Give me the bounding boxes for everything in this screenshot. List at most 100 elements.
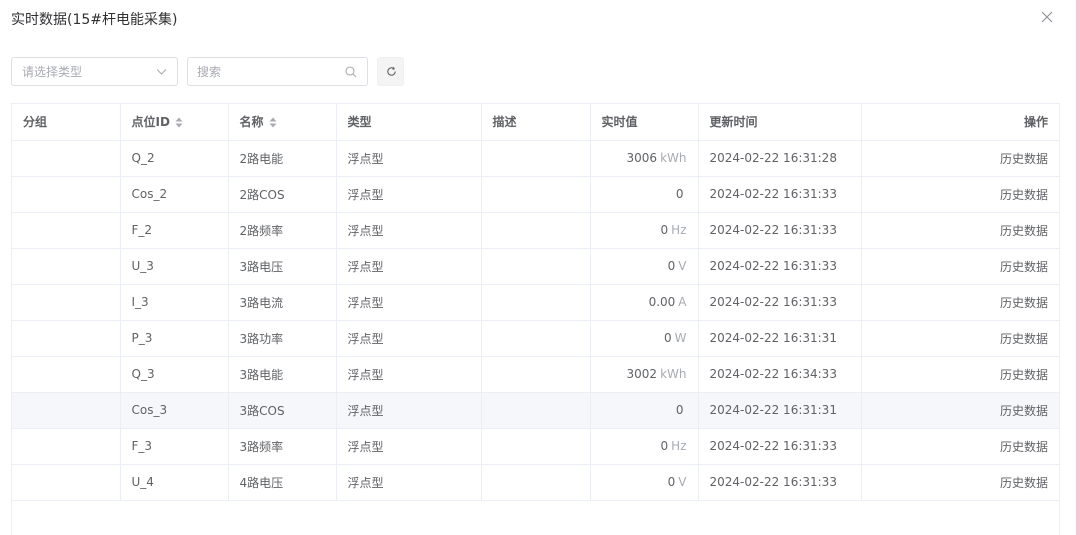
cell-point-id: Cos_3: [120, 392, 229, 429]
table-row: Q_3 3路电能 浮点型 3002 kWh 2024-02-22 16:34:33 历史数据: [12, 356, 1059, 393]
cell-action: 历史数据: [861, 464, 1059, 501]
cell-name: 3路COS: [228, 392, 337, 429]
cell-time: 2024-02-22 16:31:33: [698, 176, 862, 213]
refresh-button[interactable]: [377, 57, 404, 86]
header-point-id[interactable]: 点位ID: [120, 104, 229, 141]
history-data-link[interactable]: 历史数据: [1000, 188, 1048, 202]
cell-time: 2024-02-22 16:31:33: [698, 212, 862, 249]
cell-type: 浮点型: [336, 284, 482, 321]
cell-desc: [481, 392, 591, 429]
type-select[interactable]: 请选择类型: [11, 57, 178, 86]
cell-value: 0W: [590, 320, 699, 357]
realtime-data-dialog: 实时数据(15#杆电能采集) 请选择类型 搜索 分组 点位ID 名称 类型 描述…: [0, 0, 1080, 535]
cell-action: 历史数据: [861, 428, 1059, 465]
table-row: I_3 3路电流 浮点型 0.00 A 2024-02-22 16:31:33 历史数据: [12, 284, 1059, 321]
cell-time: 2024-02-22 16:31:31: [698, 392, 862, 429]
cell-name: 2路电能: [228, 140, 337, 177]
header-value: 实时值: [590, 104, 699, 141]
value-unit: V: [678, 475, 687, 489]
cell-action: 历史数据: [861, 140, 1059, 177]
search-icon[interactable]: [345, 66, 357, 78]
header-time: 更新时间: [698, 104, 862, 141]
history-data-link[interactable]: 历史数据: [1000, 296, 1048, 310]
cell-name: 4路电压: [228, 464, 337, 501]
cell-type: 浮点型: [336, 428, 482, 465]
cell-group: [12, 428, 121, 465]
cell-type: 浮点型: [336, 212, 482, 249]
cell-point-id: F_2: [120, 212, 229, 249]
cell-desc: [481, 248, 591, 285]
history-data-link[interactable]: 历史数据: [1000, 404, 1048, 418]
cell-point-id: Cos_2: [120, 176, 229, 213]
cell-desc: [481, 356, 591, 393]
cell-name: 2路频率: [228, 212, 337, 249]
cell-point-id: P_3: [120, 320, 229, 357]
value-number: 0: [660, 223, 669, 237]
cell-value: 0.00 A: [590, 284, 699, 321]
value-unit: Hz: [671, 223, 687, 237]
value-number: 0: [675, 403, 684, 417]
history-data-link[interactable]: 历史数据: [1000, 476, 1048, 490]
cell-value: 0 Hz: [590, 212, 699, 249]
search-input[interactable]: [188, 58, 343, 85]
value-unit: V: [678, 259, 687, 273]
value-unit: Hz: [671, 439, 687, 453]
cell-type: 浮点型: [336, 464, 482, 501]
cell-name: 3路电流: [228, 284, 337, 321]
value-number: 3006: [626, 151, 658, 165]
history-data-link[interactable]: 历史数据: [1000, 224, 1048, 238]
cell-group: [12, 140, 121, 177]
history-data-link[interactable]: 历史数据: [1000, 368, 1048, 382]
history-data-link[interactable]: 历史数据: [1000, 152, 1048, 166]
cell-time: 2024-02-22 16:31:31: [698, 320, 862, 357]
close-icon: [1041, 11, 1053, 23]
cell-desc: [481, 140, 591, 177]
type-select-placeholder: 请选择类型: [22, 65, 83, 79]
cell-point-id: Q_2: [120, 140, 229, 177]
table-row: P_3 3路功率 浮点型 0 W 2024-02-22 16:31:31 历史数据: [12, 320, 1059, 357]
cell-name: 3路功率: [228, 320, 337, 357]
cell-desc: [481, 320, 591, 357]
header-action: 操作: [861, 104, 1059, 141]
dialog-title: 实时数据(15#杆电能采集): [11, 12, 178, 28]
cell-type: 浮点型: [336, 356, 482, 393]
cell-type: 浮点型: [336, 176, 482, 213]
cell-group: [12, 248, 121, 285]
cell-desc: [481, 464, 591, 501]
history-data-link[interactable]: 历史数据: [1000, 440, 1048, 454]
chevron-down-icon: [156, 69, 167, 75]
header-name[interactable]: 名称: [228, 104, 337, 141]
cell-value: 3002 kWh: [590, 356, 699, 393]
value-unit: kWh: [660, 367, 687, 381]
cell-point-id: U_4: [120, 464, 229, 501]
table-row: F_3 3路频率 浮点型 0 Hz 2024-02-22 16:31:33 历史数据: [12, 428, 1059, 465]
cell-action: 历史数据: [861, 248, 1059, 285]
history-data-link[interactable]: 历史数据: [1000, 260, 1048, 274]
cell-value: 0V: [590, 464, 699, 501]
cell-value: 0: [590, 176, 699, 213]
history-data-link[interactable]: 历史数据: [1000, 332, 1048, 346]
cell-time: 2024-02-22 16:31:28: [698, 140, 862, 177]
header-group: 分组: [12, 104, 121, 141]
sort-icon[interactable]: [175, 117, 183, 128]
cell-desc: [481, 428, 591, 465]
sort-icon[interactable]: [269, 117, 277, 128]
search-box[interactable]: [187, 57, 368, 86]
header-desc: 描述: [481, 104, 591, 141]
value-number: 0: [663, 331, 672, 345]
table-row: U_4 4路电压 浮点型 0 V 2024-02-22 16:31:33 历史数据: [12, 464, 1059, 501]
value-number: 0: [675, 187, 684, 201]
cell-point-id: F_3: [120, 428, 229, 465]
cell-group: [12, 392, 121, 429]
value-unit: A: [678, 295, 687, 309]
cell-desc: [481, 284, 591, 321]
cell-group: [12, 284, 121, 321]
cell-action: 历史数据: [861, 320, 1059, 357]
cell-point-id: U_3: [120, 248, 229, 285]
table-row: Cos_3 3路COS 浮点型 0 2024-02-22 16:31:31 历史数据: [12, 392, 1059, 429]
cell-group: [12, 212, 121, 249]
cell-name: 3路频率: [228, 428, 337, 465]
close-button[interactable]: [1038, 8, 1056, 26]
cell-name: 3路电能: [228, 356, 337, 393]
cell-action: 历史数据: [861, 392, 1059, 429]
